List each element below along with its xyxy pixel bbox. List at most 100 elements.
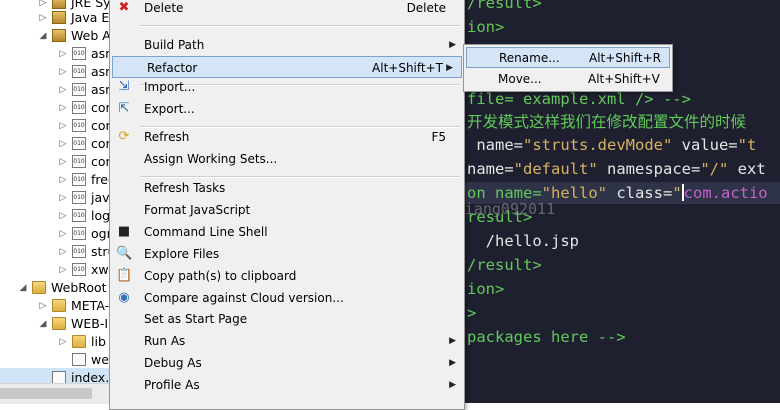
submenu-item-rename[interactable]: Rename... Alt+Shift+R (466, 47, 670, 68)
code-token: result> (467, 208, 533, 226)
tree-item[interactable]: ▷ Java EE 5 Libraries (0, 8, 112, 28)
menu-item-copy-path-s-to-clipboard[interactable]: 📋 Copy path(s) to clipboard (110, 265, 464, 287)
terminal-icon: ■ (117, 224, 131, 239)
code-token: file= example.xml /> --> (467, 90, 691, 108)
submenu-item-label: Rename... (499, 51, 560, 65)
tree-item[interactable]: web.xml (0, 350, 112, 370)
tree-scrollbar-thumb[interactable] (0, 388, 92, 399)
collapsed-arrow-icon[interactable]: ▷ (58, 170, 68, 190)
menu-item-build-path[interactable]: Build Path ▶ (110, 34, 464, 56)
menu-item-refresh[interactable]: ⟳ Refresh F5 (110, 126, 464, 148)
tree-item[interactable]: ▷010asm-tree.jar (0, 80, 112, 100)
tree-item[interactable]: ▷010log4j-api.jar (0, 206, 112, 226)
import-icon: ⇲ (118, 79, 130, 94)
menu-item-assign-working-sets[interactable]: Assign Working Sets... (110, 148, 464, 170)
menu-item-import[interactable]: ⇲ Import... (110, 76, 464, 98)
collapsed-arrow-icon[interactable]: ▷ (38, 8, 48, 28)
collapsed-arrow-icon[interactable]: ▷ (58, 152, 68, 172)
tree-item[interactable]: ▷010commons-io.jar (0, 116, 112, 136)
jar-icon: 010 (72, 47, 86, 60)
menu-item-export[interactable]: ⇱ Export... (110, 98, 464, 120)
tree-item-label: WEB-INF (71, 316, 112, 331)
submenu-item-label: Move... (498, 72, 542, 86)
tree-item[interactable]: ◢ Web App Libraries (0, 26, 112, 46)
collapsed-arrow-icon[interactable]: ▷ (58, 242, 68, 262)
menu-item-debug-as[interactable]: Debug As ▶ (110, 352, 464, 374)
collapsed-arrow-icon[interactable]: ▷ (58, 80, 68, 100)
menu-item-compare-against-cloud-version[interactable]: ◉ Compare against Cloud version... (110, 287, 464, 309)
menu-item-command-line-shell[interactable]: ■ Command Line Shell (110, 221, 464, 243)
menu-item-label: Copy path(s) to clipboard (144, 269, 297, 283)
tree-item[interactable]: ▷010commons-fileupload.jar (0, 98, 112, 118)
refactor-submenu: Rename... Alt+Shift+R Move... Alt+Shift+V (463, 44, 673, 92)
expanded-arrow-icon[interactable]: ◢ (38, 26, 48, 46)
code-token: com.actio (683, 184, 768, 202)
folder-icon (32, 281, 46, 294)
code-token: ion> (467, 280, 505, 298)
tree-item[interactable]: ▷010freemarker.jar (0, 170, 112, 190)
code-line: ion> (467, 278, 504, 300)
collapsed-arrow-icon[interactable]: ▷ (58, 206, 68, 226)
jar-icon: 010 (72, 173, 86, 186)
menu-item-refresh-tasks[interactable]: Refresh Tasks (110, 177, 464, 199)
menu-item-shortcut: Delete (406, 1, 446, 15)
code-line: packages here --> (467, 326, 626, 348)
tree-item[interactable]: ◢ WebRoot (0, 278, 112, 298)
collapsed-arrow-icon[interactable]: ▷ (58, 332, 68, 352)
tree-item[interactable]: ▷010javassist.jar (0, 188, 112, 208)
collapsed-arrow-icon[interactable]: ▷ (58, 188, 68, 208)
submenu-arrow-icon: ▶ (449, 380, 456, 390)
menu-item-explore-files[interactable]: 🔍 Explore Files (110, 243, 464, 265)
menu-item-shortcut: F5 (431, 130, 446, 144)
code-token: class= (606, 184, 673, 202)
tree-item[interactable]: ▷010xwork-core.jar (0, 260, 112, 280)
code-token: name= (467, 136, 523, 154)
collapsed-arrow-icon[interactable]: ▷ (58, 224, 68, 244)
tree-item[interactable]: ▷010commons-logging.jar (0, 152, 112, 172)
tree-item-label: Java EE 5 Libraries (71, 10, 112, 25)
menu-item-label: Debug As (144, 356, 202, 370)
tree-item[interactable]: ▷010asm-3.3.jar (0, 44, 112, 64)
folder-icon (52, 317, 66, 330)
menu-item-label: Build Path (144, 38, 205, 52)
collapsed-arrow-icon[interactable]: ▷ (58, 44, 68, 64)
submenu-item-move[interactable]: Move... Alt+Shift+V (466, 69, 670, 90)
menu-item-run-as[interactable]: Run As ▶ (110, 330, 464, 352)
code-token: /hello.jsp (467, 232, 579, 250)
tree-item[interactable]: ▷010struts2-core.jar (0, 242, 112, 262)
collapsed-arrow-icon[interactable]: ▷ (58, 260, 68, 280)
tree-item[interactable]: ▷010commons-lang3.jar (0, 134, 112, 154)
collapsed-arrow-icon[interactable]: ▷ (58, 116, 68, 136)
copy-path-icon: 📋 (116, 268, 133, 283)
project-explorer-tree[interactable]: ▷JRE System Library▷Java EE 5 Libraries◢… (0, 0, 112, 403)
collapsed-arrow-icon[interactable]: ▷ (58, 98, 68, 118)
tree-item[interactable]: ◢ WEB-INF (0, 314, 112, 334)
library-icon (52, 29, 66, 42)
tree-item[interactable]: ▷ lib (0, 332, 112, 352)
tree-horizontal-scrollbar[interactable] (0, 383, 112, 404)
expanded-arrow-icon[interactable]: ◢ (18, 278, 28, 298)
menu-item-label: Delete (144, 1, 184, 15)
tree-item[interactable]: ▷010asm-commons.jar (0, 62, 112, 82)
tree-item[interactable]: ▷ META-INF (0, 296, 112, 316)
submenu-arrow-icon: ▶ (449, 40, 456, 50)
menu-item-label: Explore Files (144, 247, 220, 261)
menu-item-set-as-start-page[interactable]: Set as Start Page (110, 308, 464, 330)
tree-item-label: lib (91, 334, 106, 349)
code-token: name= (467, 160, 514, 178)
menu-item-refactor[interactable]: Refactor Alt+Shift+T ▶ (112, 56, 462, 78)
menu-item-label: Format JavaScript (144, 203, 251, 217)
code-line: 开发模式这样我们在修改配置文件的时候 (467, 111, 746, 133)
tree-item[interactable]: ▷010ognl-3.jar (0, 224, 112, 244)
collapsed-arrow-icon[interactable]: ▷ (58, 134, 68, 154)
menu-item-label: Import... (144, 80, 196, 94)
menu-item-format-javascript[interactable]: Format JavaScript (110, 199, 464, 221)
menu-item-label: Refresh Tasks (144, 181, 226, 195)
collapsed-arrow-icon[interactable]: ▷ (38, 296, 48, 316)
menu-item-profile-as[interactable]: Profile As ▶ (110, 374, 464, 396)
expanded-arrow-icon[interactable]: ◢ (38, 314, 48, 334)
cloud-compare-icon: ◉ (118, 290, 130, 305)
collapsed-arrow-icon[interactable]: ▷ (58, 62, 68, 82)
code-token: namespace= (597, 160, 701, 178)
menu-item-delete[interactable]: ✖ Delete Delete (110, 0, 464, 19)
